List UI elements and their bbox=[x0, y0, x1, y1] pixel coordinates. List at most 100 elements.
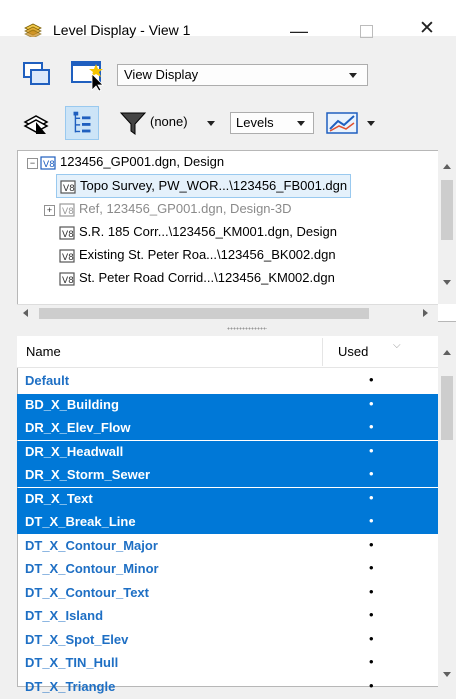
tree-item-master[interactable]: V8 123456_GP001.dgn, Design bbox=[40, 151, 224, 173]
tree-item-sr185[interactable]: V8 S.R. 185 Corr...\123456_KM001.dgn, Des… bbox=[59, 221, 337, 243]
view-display-value: View Display bbox=[124, 67, 199, 82]
level-row[interactable]: DT_X_TIN_Hull • bbox=[17, 652, 438, 675]
maximize-button[interactable] bbox=[354, 22, 378, 38]
collapse-icon[interactable]: − bbox=[27, 158, 38, 169]
view-display-select[interactable]: View Display bbox=[117, 64, 368, 86]
symbology-dropdown-icon[interactable] bbox=[367, 121, 375, 126]
level-used-indicator: • bbox=[369, 419, 374, 434]
symbology-icon[interactable] bbox=[325, 110, 361, 136]
tree-vertical-scrollbar[interactable] bbox=[438, 150, 456, 304]
level-row[interactable]: DT_X_Spot_Elev • bbox=[17, 629, 438, 652]
tree-item-label: Topo Survey, PW_WOR...\123456_FB001.dgn bbox=[80, 178, 348, 193]
level-name: DR_X_Text bbox=[25, 490, 93, 506]
level-used-indicator: • bbox=[369, 654, 374, 669]
tree-view-toggle-button[interactable] bbox=[65, 106, 99, 140]
scroll-up-icon[interactable] bbox=[443, 350, 451, 355]
list-vertical-scrollbar[interactable] bbox=[438, 336, 456, 687]
level-used-indicator: • bbox=[369, 607, 374, 622]
level-row[interactable]: DR_X_Elev_Flow • bbox=[17, 417, 438, 440]
levels-select[interactable]: Levels bbox=[230, 112, 314, 134]
tree-list-icon bbox=[73, 111, 91, 133]
svg-text:V8: V8 bbox=[62, 276, 74, 286]
design-file-icon: V8 bbox=[40, 155, 56, 170]
tree-horizontal-scrollbar[interactable] bbox=[17, 304, 438, 322]
level-row[interactable]: DT_X_Island • bbox=[17, 605, 438, 628]
tree-item-label: St. Peter Road Corrid...\123456_KM002.dg… bbox=[79, 270, 335, 285]
close-button[interactable]: ✕ bbox=[412, 19, 442, 38]
reference-tree[interactable]: − V8 123456_GP001.dgn, Design V8 Topo Surv… bbox=[17, 150, 456, 322]
level-name: DT_X_Break_Line bbox=[25, 514, 136, 529]
tree-item-ref-design3d[interactable]: V8 Ref, 123456_GP001.dgn, Design-3D bbox=[59, 198, 291, 220]
column-header-used[interactable]: Used bbox=[338, 344, 368, 359]
svg-text:V8: V8 bbox=[43, 160, 55, 170]
svg-text:V8: V8 bbox=[62, 207, 74, 217]
level-name: DT_X_TIN_Hull bbox=[25, 655, 119, 670]
level-name: Default bbox=[25, 373, 70, 388]
level-name: DT_X_Spot_Elev bbox=[25, 631, 129, 647]
column-header-name[interactable]: Name bbox=[26, 344, 61, 359]
scroll-thumb[interactable] bbox=[441, 180, 453, 240]
reference-file-icon: V8 bbox=[59, 225, 75, 240]
level-row[interactable]: DR_X_Storm_Sewer • bbox=[17, 464, 438, 487]
filter-value[interactable]: (none) bbox=[150, 114, 188, 129]
level-used-indicator: • bbox=[369, 677, 374, 693]
window-title: Level Display - View 1 bbox=[53, 22, 191, 38]
grip-icon bbox=[227, 327, 267, 330]
level-name: BD_X_Building bbox=[25, 396, 119, 412]
level-name: DT_X_Contour_Minor bbox=[25, 561, 159, 576]
level-name: DT_X_Contour_Major bbox=[25, 537, 158, 553]
scroll-right-icon[interactable] bbox=[423, 309, 428, 317]
level-row[interactable]: DR_X_Headwall • bbox=[17, 440, 438, 464]
scroll-down-icon[interactable] bbox=[443, 280, 451, 285]
level-used-indicator: • bbox=[369, 630, 374, 646]
level-name: DR_X_Headwall bbox=[25, 443, 124, 459]
tree-item-existing-st-peter[interactable]: V8 Existing St. Peter Roa...\123456_BK002… bbox=[59, 244, 336, 266]
level-row[interactable]: Default • bbox=[17, 370, 438, 393]
levels-select-value: Levels bbox=[236, 115, 274, 130]
level-used-indicator: • bbox=[369, 466, 374, 481]
tree-item-label: S.R. 185 Corr...\123456_KM001.dgn, Desig… bbox=[79, 224, 337, 239]
expand-icon[interactable]: + bbox=[44, 205, 55, 216]
new-display-style-icon[interactable] bbox=[70, 58, 108, 92]
filter-dropdown-icon[interactable] bbox=[207, 121, 215, 126]
minimize-button[interactable]: — bbox=[284, 22, 314, 40]
level-stack-icon bbox=[24, 23, 42, 37]
maximize-icon bbox=[359, 25, 373, 38]
chevron-down-icon bbox=[297, 121, 305, 126]
svg-text:V8: V8 bbox=[62, 253, 74, 263]
scroll-left-icon[interactable] bbox=[23, 309, 28, 317]
level-row[interactable]: BD_X_Building • bbox=[17, 393, 438, 417]
level-name: DR_X_Storm_Sewer bbox=[25, 467, 150, 482]
tree-item-topo-survey[interactable]: V8 Topo Survey, PW_WOR...\123456_FB001.dg… bbox=[56, 174, 352, 198]
level-list-header bbox=[17, 336, 438, 368]
display-mode-icon[interactable] bbox=[22, 112, 50, 138]
panel-splitter[interactable] bbox=[17, 324, 456, 336]
svg-text:V8: V8 bbox=[63, 184, 75, 194]
level-row[interactable]: DT_X_Contour_Major • bbox=[17, 535, 438, 558]
reference-file-icon: V8 bbox=[59, 202, 75, 217]
level-used-indicator: • bbox=[369, 372, 374, 387]
level-name: DT_X_Island bbox=[25, 608, 104, 623]
level-used-indicator: • bbox=[369, 442, 374, 458]
level-used-indicator: • bbox=[369, 536, 374, 552]
scroll-thumb[interactable] bbox=[441, 376, 453, 440]
scroll-thumb[interactable] bbox=[39, 308, 369, 319]
level-row[interactable]: DT_X_Break_Line • bbox=[17, 511, 438, 534]
filter-icon[interactable] bbox=[119, 110, 147, 136]
chevron-down-icon bbox=[349, 73, 357, 78]
level-name: DT_X_Contour_Text bbox=[25, 584, 149, 600]
scroll-up-icon[interactable] bbox=[443, 164, 451, 169]
level-used-indicator: • bbox=[369, 583, 374, 599]
level-row[interactable]: DR_X_Text • bbox=[17, 487, 438, 511]
column-separator[interactable] bbox=[322, 338, 323, 366]
tree-item-label: Ref, 123456_GP001.dgn, Design-3D bbox=[79, 201, 292, 216]
scroll-down-icon[interactable] bbox=[443, 672, 451, 677]
svg-text:V8: V8 bbox=[62, 230, 74, 240]
tree-item-st-peter-corridor[interactable]: V8 St. Peter Road Corrid...\123456_KM002.… bbox=[59, 267, 335, 289]
level-name: DT_X_Triangle bbox=[25, 678, 116, 694]
level-row[interactable]: DT_X_Contour_Minor • bbox=[17, 558, 438, 581]
level-row[interactable]: DT_X_Triangle • bbox=[17, 676, 438, 699]
level-row[interactable]: DT_X_Contour_Text • bbox=[17, 582, 438, 605]
tree-item-label: Existing St. Peter Roa...\123456_BK002.d… bbox=[79, 247, 336, 262]
views-icon[interactable] bbox=[22, 60, 52, 88]
